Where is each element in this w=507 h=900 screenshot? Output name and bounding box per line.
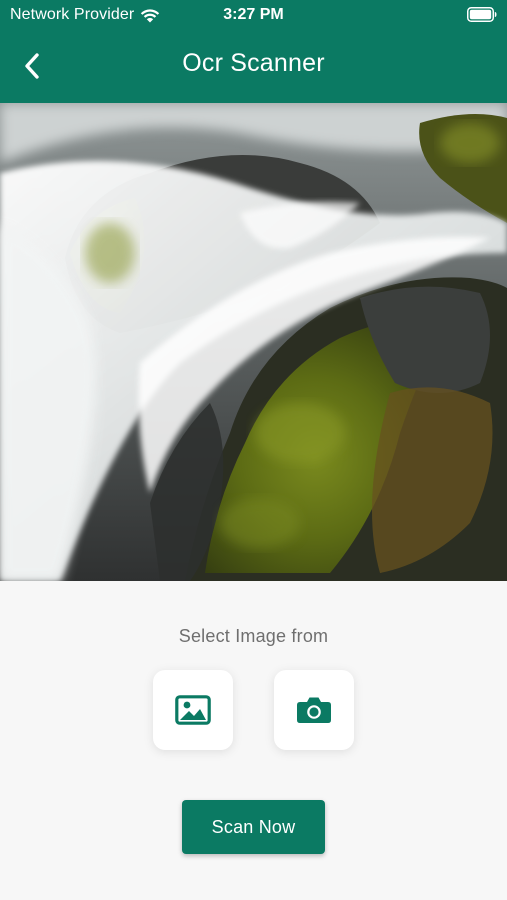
scan-now-button[interactable]: Scan Now — [182, 800, 325, 854]
selected-image-preview — [0, 103, 507, 581]
battery-icon — [467, 7, 497, 22]
ocr-scanner-screen: Network Provider 3:27 PM Ocr Scanner Sel… — [0, 0, 507, 900]
waterfall-photo — [0, 103, 507, 581]
image-source-panel: Select Image from Scan Now — [0, 581, 507, 900]
select-image-label: Select Image from — [178, 626, 329, 646]
image-gallery-icon — [175, 695, 211, 725]
status-time: 3:27 PM — [223, 6, 284, 23]
status-bar: Network Provider 3:27 PM — [0, 0, 507, 30]
gallery-button[interactable] — [153, 670, 233, 750]
camera-icon — [297, 697, 331, 723]
app-header: Network Provider 3:27 PM Ocr Scanner — [0, 0, 507, 103]
camera-button[interactable] — [274, 670, 354, 750]
navigation-bar: Ocr Scanner — [0, 30, 507, 103]
page-title: Ocr Scanner — [182, 49, 325, 77]
